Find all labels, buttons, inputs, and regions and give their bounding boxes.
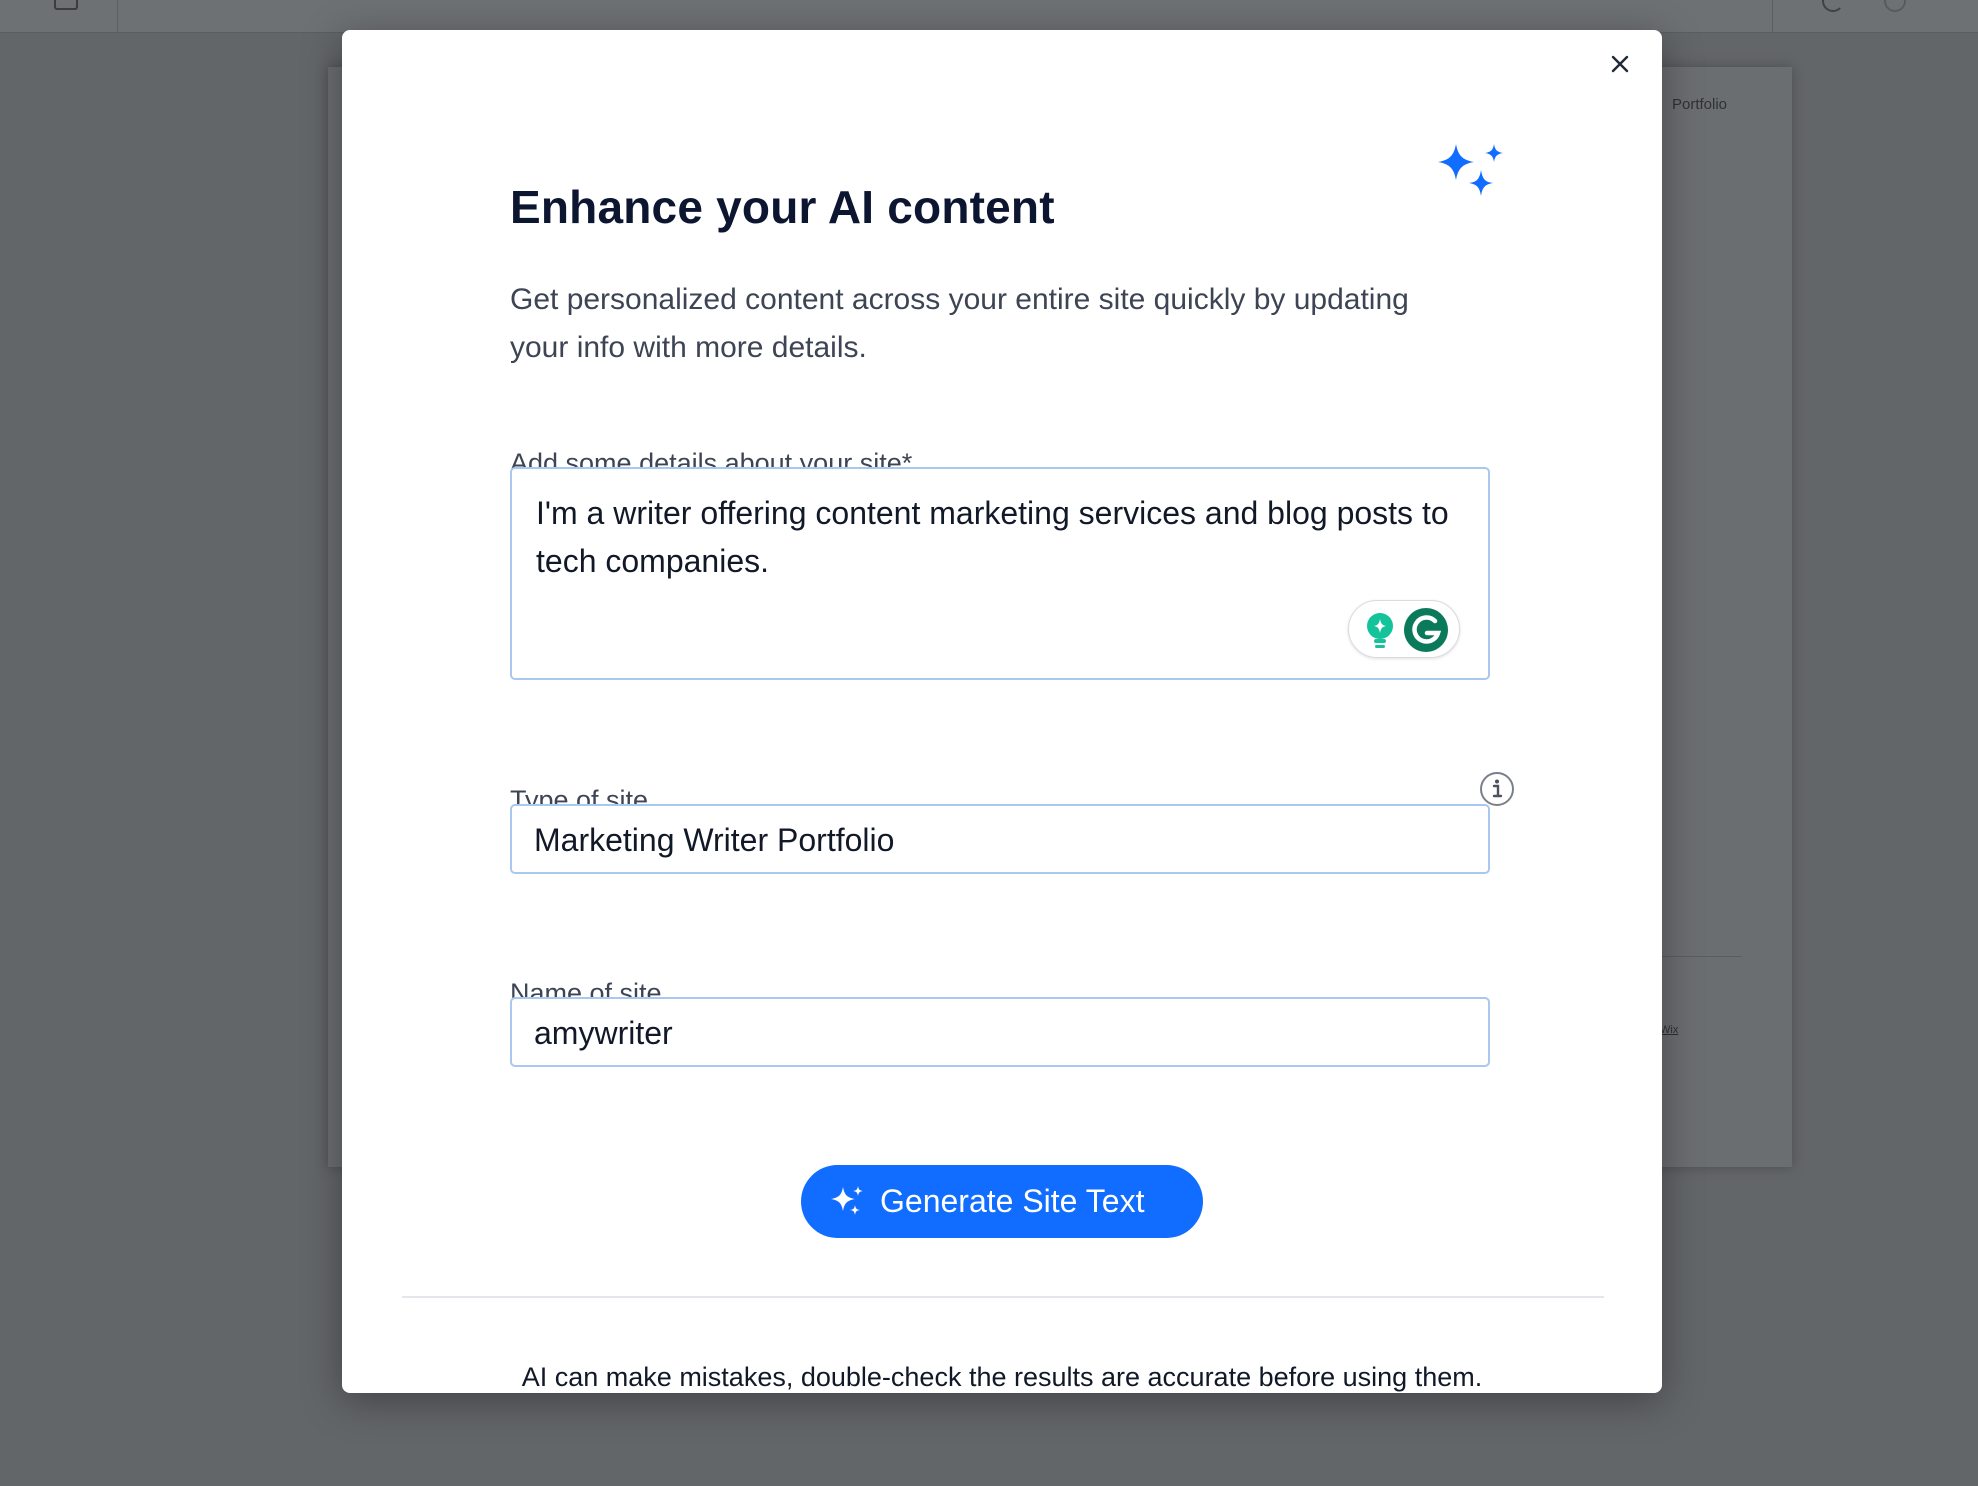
enhance-ai-content-dialog: Enhance your AI content Get personalized… bbox=[342, 30, 1662, 1393]
site-name-input[interactable]: amywriter bbox=[510, 997, 1490, 1067]
redo-icon bbox=[1884, 0, 1906, 12]
page-icon bbox=[54, 0, 78, 10]
dialog-subtitle: Get personalized content across your ent… bbox=[510, 283, 1409, 364]
details-textarea-value[interactable]: I'm a writer offering content marketing … bbox=[536, 489, 1466, 585]
toolbar-divider bbox=[117, 0, 118, 32]
site-type-info-button[interactable] bbox=[1478, 770, 1516, 808]
ai-disclaimer: AI can make mistakes, double-check the r… bbox=[521, 1362, 1483, 1392]
grammarly-widget[interactable] bbox=[1348, 600, 1460, 658]
close-icon bbox=[1611, 55, 1629, 73]
sparkles-icon bbox=[831, 1184, 865, 1218]
canvas-divider bbox=[1662, 956, 1742, 957]
sparkles-icon bbox=[1436, 142, 1510, 204]
site-type-value[interactable]: Marketing Writer Portfolio bbox=[534, 822, 894, 858]
grammarly-logo-icon[interactable] bbox=[1403, 607, 1449, 653]
generate-button-label: Generate Site Text bbox=[880, 1183, 1145, 1219]
generate-site-text-button[interactable]: Generate Site Text bbox=[801, 1165, 1203, 1238]
background-footer-link: Wix bbox=[1660, 1024, 1679, 1036]
toolbar-divider bbox=[1772, 0, 1773, 32]
lightbulb-icon[interactable] bbox=[1363, 611, 1397, 651]
details-textarea[interactable]: I'm a writer offering content marketing … bbox=[510, 467, 1490, 680]
background-nav-portfolio: Portfolio bbox=[1672, 96, 1728, 113]
dialog-title: Enhance your AI content bbox=[510, 181, 1055, 233]
site-type-input[interactable]: Marketing Writer Portfolio bbox=[510, 804, 1490, 874]
footer-divider bbox=[402, 1296, 1604, 1298]
editor-top-bar bbox=[0, 0, 1978, 33]
close-button[interactable] bbox=[1604, 48, 1636, 80]
site-name-value[interactable]: amywriter bbox=[534, 1015, 673, 1051]
undo-icon bbox=[1822, 0, 1844, 12]
info-icon bbox=[1480, 772, 1514, 806]
